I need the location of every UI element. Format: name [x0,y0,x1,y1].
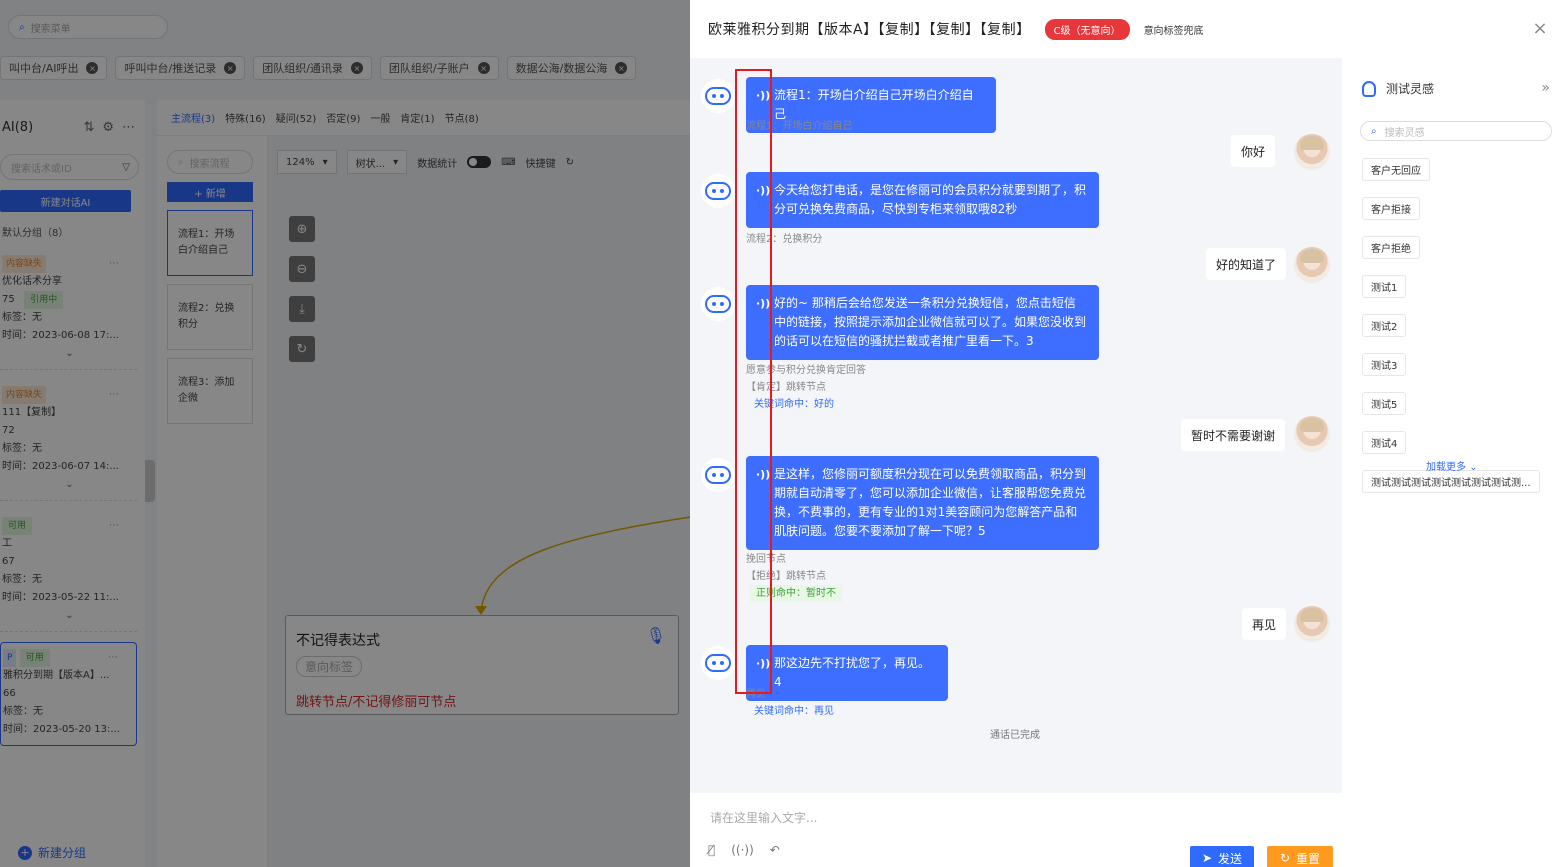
bot-message: ·)) 今天给您打电话，是您在修丽可的会员积分就要到期了，积分可兑换免费商品，尽快… [746,172,1099,228]
keyword-hit: 关键词命中：再见 [754,706,834,717]
robot-icon [705,654,731,672]
bot-avatar [701,287,735,321]
signal-icon[interactable]: ((·)) [731,843,754,857]
inspiration-search-input[interactable]: ⌕ 搜索灵感 [1360,121,1552,141]
robot-icon [705,182,731,200]
drawer-header: 欧莱雅积分到期【版本A】【复制】【复制】【复制】 C级（无意向） 意向标签兜底 [690,0,1558,58]
robot-icon [705,295,731,313]
load-more-button[interactable]: 加载更多 ⌄ [1426,458,1478,473]
mute-mic-icon[interactable]: 🎙̸ [708,843,715,857]
drawer-title: 欧莱雅积分到期【版本A】【复制】【复制】【复制】 [708,22,1031,38]
inspiration-panel: 测试灵感 » ⌕ 搜索灵感 客户无回应 客户拒接 客户拒绝 测试1 测试2 测试… [1342,58,1558,867]
inspiration-item[interactable]: 客户无回应 [1362,158,1430,181]
bot-avatar [701,458,735,492]
test-dialog-drawer: 欧莱雅积分到期【版本A】【复制】【复制】【复制】 C级（无意向） 意向标签兜底 … [690,0,1558,867]
inspiration-item[interactable]: 测试测试测试测试测试测试测试测... [1362,470,1540,493]
inspiration-item[interactable]: 客户拒接 [1362,197,1420,220]
highlight-annotation [735,69,772,694]
inspiration-item[interactable]: 测试2 [1362,314,1407,337]
inspiration-item[interactable]: 测试3 [1362,353,1407,376]
chat-input-area[interactable]: 请在这里输入文字... 🎙̸ ((·)) ↶ ➤ 发送 ↻ 重置 [690,793,1342,867]
inspiration-item[interactable]: 测试1 [1362,275,1407,298]
user-message: 你好 [1231,135,1276,167]
undo-icon[interactable]: ↶ [770,843,780,857]
call-complete-label: 通话已完成 [990,730,1040,741]
reset-button[interactable]: ↻ 重置 [1267,846,1333,867]
search-icon: ⌕ [1371,125,1377,137]
refresh-icon: ↻ [1279,851,1291,865]
collapse-right-icon[interactable]: » [1541,80,1550,96]
chevron-down-icon: ⌄ [1469,462,1478,473]
user-avatar [1294,416,1330,452]
intent-badge: C级（无意向） [1044,18,1130,40]
chat-area[interactable]: ·)) 流程1：开场白介绍自己开场白介绍自己 流程1：开场白介绍自己 你好 ·))… [690,58,1342,793]
send-button[interactable]: ➤ 发送 [1190,846,1254,867]
bot-message: ·)) 是这样，您修丽可额度积分现在可以免费领取商品，积分到期就自动清零了，您可以… [746,456,1099,550]
bot-message: ·)) 好的~ 那稍后会给您发送一条积分兑换短信，您点击短信中的链接，按照提示添加… [746,285,1099,360]
inspiration-item[interactable]: 测试4 [1362,431,1407,454]
robot-icon [705,87,731,105]
send-icon: ➤ [1201,851,1213,865]
intent-subtitle: 意向标签兜底 [1143,25,1204,37]
inspiration-item[interactable]: 客户拒绝 [1362,236,1420,259]
user-avatar [1294,134,1330,170]
inspiration-item[interactable]: 测试5 [1362,392,1407,415]
robot-icon [705,466,731,484]
bot-avatar [701,79,735,113]
chat-input[interactable]: 请在这里输入文字... [710,809,817,826]
bot-avatar [701,646,735,680]
input-tools: 🎙̸ ((·)) ↶ [708,843,780,857]
user-message: 好的知道了 [1206,248,1287,280]
user-message: 再见 [1242,608,1287,640]
user-avatar [1294,247,1330,283]
user-avatar [1294,606,1330,642]
lightbulb-icon [1362,80,1376,97]
inspiration-title: 测试灵感 [1362,80,1434,97]
close-icon[interactable]: × [1530,18,1550,39]
bot-avatar [701,174,735,208]
inspiration-list: 客户无回应 客户拒接 客户拒绝 测试1 测试2 测试3 测试5 测试4 测试测试… [1362,158,1552,509]
user-message: 暂时不需要谢谢 [1181,419,1286,451]
